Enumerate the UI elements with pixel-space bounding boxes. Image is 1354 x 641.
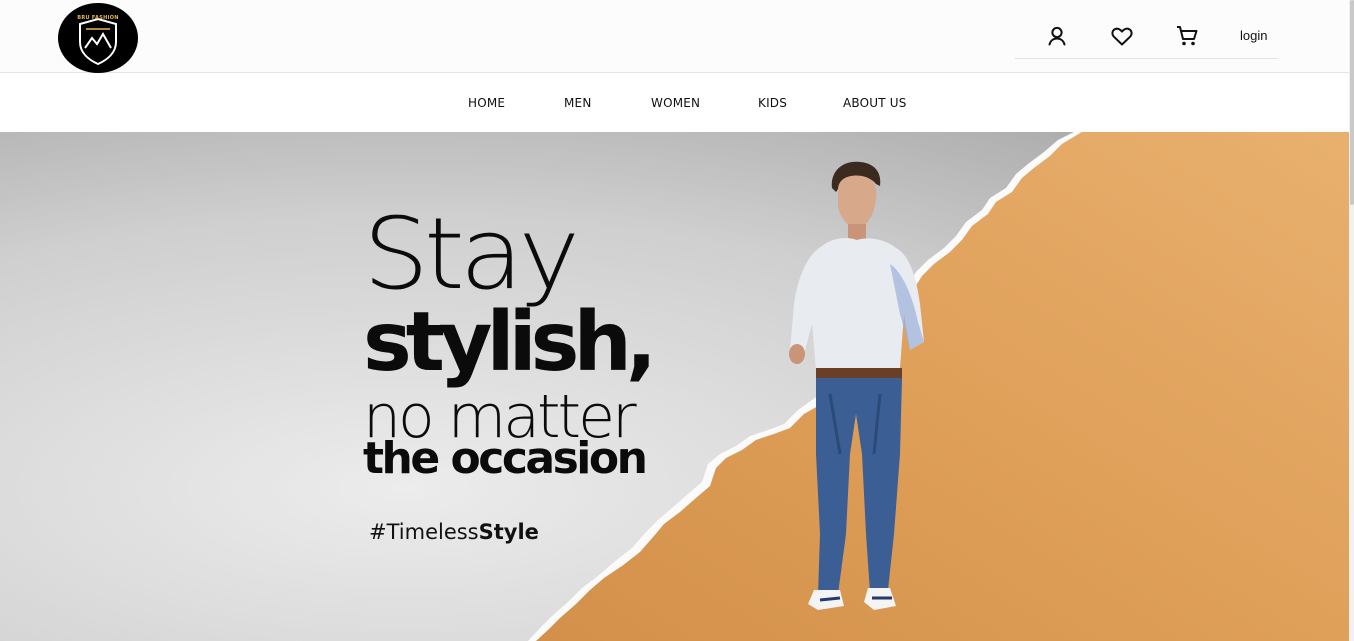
nav-item-women[interactable]: WOMEN <box>651 96 700 110</box>
hero-line-occasion: the occasion <box>363 433 648 484</box>
nav-item-about-us[interactable]: ABOUT US <box>843 96 907 110</box>
hashtag-light: #Timeless <box>369 520 479 544</box>
hero-line-stay: Stay <box>363 196 580 312</box>
login-link[interactable]: login <box>1240 28 1267 43</box>
user-icon[interactable] <box>1045 24 1069 48</box>
site-header: BRU FASHION login <box>0 0 1349 73</box>
main-nav: HOME MEN WOMEN KIDS ABOUT US <box>0 74 1349 132</box>
shield-icon <box>79 17 117 66</box>
hero-banner: Stay stylish, no matter the occasion #Ti… <box>0 132 1349 641</box>
nav-item-kids[interactable]: KIDS <box>758 96 787 110</box>
logo-text: BRU FASHION <box>77 15 119 21</box>
hero-hashtag: #TimelessStyle <box>369 520 539 544</box>
hashtag-bold: Style <box>478 520 539 544</box>
heart-icon[interactable] <box>1110 24 1134 48</box>
model-image <box>789 161 924 610</box>
hero-line-stylish: stylish, <box>363 295 657 390</box>
cart-icon[interactable] <box>1175 24 1199 48</box>
scrollbar-thumb[interactable] <box>1350 0 1354 205</box>
hero-background <box>0 132 1349 641</box>
nav-item-men[interactable]: MEN <box>564 96 592 110</box>
header-actions: login <box>1015 0 1278 59</box>
nav-item-home[interactable]: HOME <box>468 96 505 110</box>
brand-logo[interactable]: BRU FASHION <box>58 3 138 73</box>
